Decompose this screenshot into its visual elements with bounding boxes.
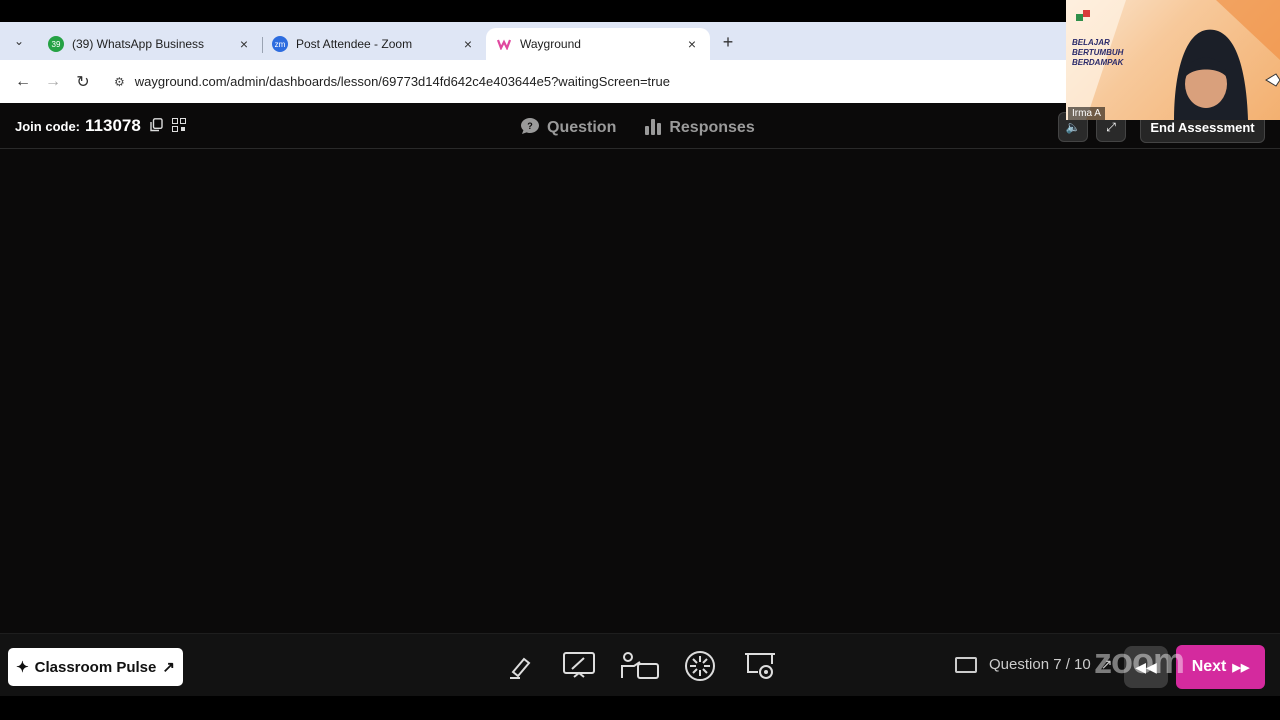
tab-search-menu-button[interactable]: ⌄ bbox=[6, 28, 32, 54]
view-tabs: ? Question Responses bbox=[520, 117, 783, 139]
bar-chart-icon bbox=[644, 118, 662, 139]
highlighter-icon bbox=[510, 657, 531, 679]
qr-code-icon[interactable] bbox=[171, 117, 186, 135]
presentation-edit-button[interactable] bbox=[560, 647, 600, 685]
question-counter-text: Question 7 / 10 bbox=[989, 656, 1091, 673]
browser-tab-strip: ⌄ 39 (39) WhatsApp Business × zm Post At… bbox=[0, 22, 1066, 60]
browser-toolbar: ← → ↻ ⚙ wayground.com/admin/dashboards/l… bbox=[0, 60, 1066, 103]
participant-video-tile[interactable]: BELAJAR BERTUMBUH BERDAMPAK Irma A bbox=[1066, 0, 1280, 120]
reload-button[interactable]: ↻ bbox=[68, 67, 98, 97]
tab-question[interactable]: ? Question bbox=[520, 117, 616, 139]
power-up-button[interactable] bbox=[680, 647, 720, 685]
browser-tab-whatsapp[interactable]: 39 (39) WhatsApp Business × bbox=[38, 28, 263, 60]
join-code-value: 113078 bbox=[85, 116, 141, 135]
url-text: wayground.com/admin/dashboards/lesson/69… bbox=[134, 74, 670, 89]
next-label: Next bbox=[1191, 658, 1227, 675]
browser-tab-wayground[interactable]: Wayground × bbox=[486, 28, 710, 60]
close-icon[interactable]: × bbox=[684, 36, 700, 52]
join-code-label: Join code: bbox=[15, 118, 81, 134]
address-bar[interactable]: ⚙ wayground.com/admin/dashboards/lesson/… bbox=[104, 67, 1066, 97]
close-icon[interactable]: × bbox=[460, 36, 476, 52]
banner-line: BERTUMBUH bbox=[1072, 48, 1124, 57]
banner-line: BERDAMPAK bbox=[1072, 58, 1124, 67]
next-button[interactable]: Next ▶▶ bbox=[1176, 645, 1265, 689]
teacher-tools bbox=[500, 647, 800, 685]
copy-icon[interactable] bbox=[150, 117, 163, 135]
svg-text:?: ? bbox=[527, 121, 533, 131]
tab-question-label: Question bbox=[547, 119, 617, 136]
join-code-area: Join code: 113078 bbox=[15, 116, 186, 136]
banner-line: BELAJAR bbox=[1072, 38, 1110, 47]
screen-bottom-bar bbox=[0, 696, 1280, 720]
whatsapp-favicon-icon: 39 bbox=[48, 36, 64, 52]
expand-arrow-icon: ↗ bbox=[1100, 656, 1113, 672]
fast-forward-icon: ▶▶ bbox=[1232, 661, 1250, 674]
bottom-toolbar: ✦ Classroom Pulse ↗ Question 7 / 10 ↗ ◀◀… bbox=[0, 633, 1280, 696]
wayground-favicon-icon bbox=[496, 36, 512, 52]
participant-name: Irma A bbox=[1068, 107, 1105, 120]
zoom-favicon-icon: zm bbox=[272, 36, 288, 52]
rewind-icon: ◀◀ bbox=[1135, 658, 1157, 675]
tab-title: Wayground bbox=[520, 37, 581, 51]
close-icon[interactable]: × bbox=[236, 36, 252, 52]
forward-button[interactable]: → bbox=[38, 67, 68, 97]
tab-responses[interactable]: Responses bbox=[644, 118, 755, 139]
teacher-board-button[interactable] bbox=[620, 647, 660, 685]
external-link-icon: ↗ bbox=[162, 659, 175, 676]
classroom-pulse-button[interactable]: ✦ Classroom Pulse ↗ bbox=[8, 648, 183, 686]
speaker-icon: 🔈 bbox=[1065, 120, 1081, 134]
previous-button[interactable]: ◀◀ bbox=[1124, 646, 1168, 688]
new-tab-button[interactable]: + bbox=[714, 28, 742, 56]
event-banner: BELAJAR BERTUMBUH BERDAMPAK bbox=[1072, 38, 1123, 68]
teacher-board-icon bbox=[621, 652, 659, 679]
browser-tab-zoom[interactable]: zm Post Attendee - Zoom × bbox=[262, 28, 486, 60]
presentation-edit-icon bbox=[563, 652, 595, 678]
site-info-icon[interactable]: ⚙ bbox=[114, 75, 125, 89]
highlighter-tool-button[interactable] bbox=[500, 647, 540, 685]
tab-responses-label: Responses bbox=[669, 119, 755, 136]
tab-title: Post Attendee - Zoom bbox=[296, 37, 413, 51]
hidden-answers-button[interactable] bbox=[740, 647, 780, 685]
waiting-screen-stage bbox=[0, 149, 1280, 633]
expand-icon: ⤢ bbox=[1106, 119, 1116, 134]
slides-icon bbox=[955, 656, 977, 673]
hidden-answers-icon bbox=[745, 653, 775, 679]
tab-title: (39) WhatsApp Business bbox=[72, 37, 205, 51]
power-up-icon bbox=[685, 651, 715, 681]
classroom-pulse-label: Classroom Pulse bbox=[34, 658, 157, 676]
sparkle-icon: ✦ bbox=[16, 659, 29, 676]
chat-bubble-icon: ? bbox=[520, 117, 540, 139]
back-button[interactable]: ← bbox=[8, 67, 38, 97]
question-counter[interactable]: Question 7 / 10 ↗ bbox=[955, 656, 1112, 673]
